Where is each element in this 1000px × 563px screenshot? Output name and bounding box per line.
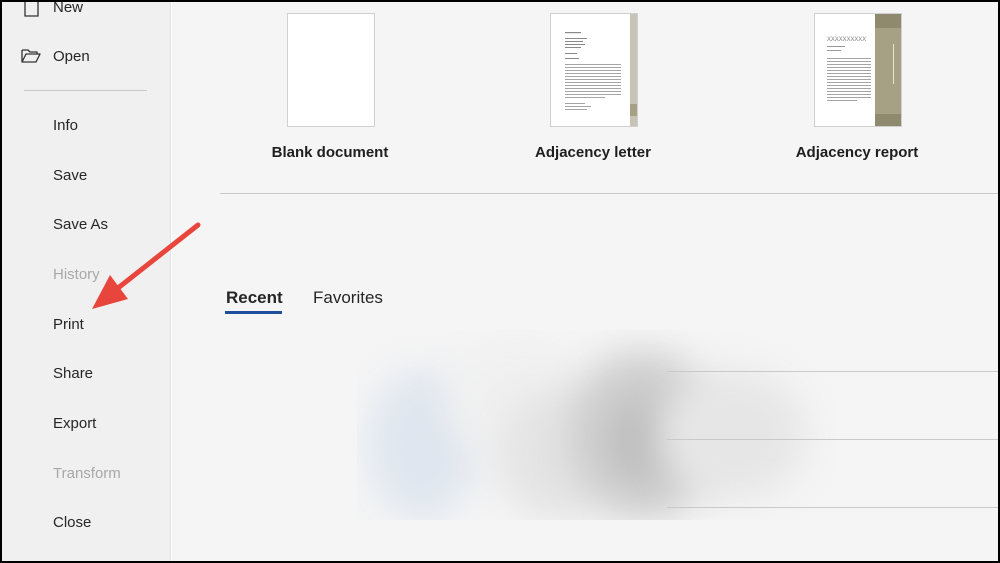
annotation-arrow-icon xyxy=(92,222,201,309)
